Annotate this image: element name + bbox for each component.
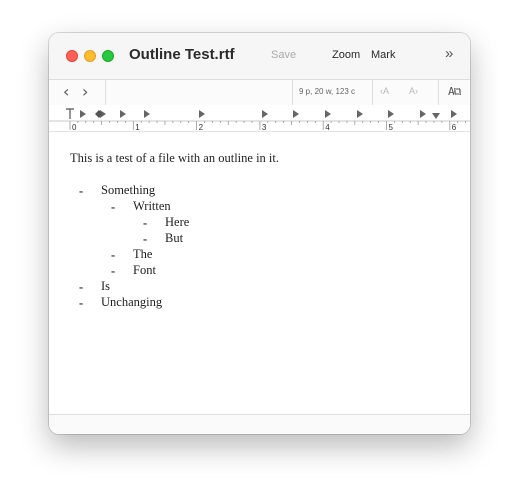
maximize-window-button[interactable] [102, 50, 114, 62]
toolbar-divider [438, 80, 439, 105]
status-bar [49, 414, 470, 434]
outline-item: - Unchanging [49, 295, 449, 311]
ruler-number: 5 [389, 123, 394, 131]
outline-item-text: Is [101, 279, 111, 293]
increase-font-button[interactable]: A› [409, 86, 418, 96]
outline-item: - Here [49, 215, 449, 231]
outline-item-text: Something [101, 183, 156, 197]
ruler[interactable]: 0 1 2 3 4 5 6 [49, 105, 470, 132]
outline-item-text: Font [133, 263, 156, 277]
close-window-button[interactable] [66, 50, 78, 62]
outline-item: - Something [49, 183, 449, 199]
text-format-icon[interactable]: A⧉ [448, 85, 462, 99]
window-title: Outline Test.rtf [129, 46, 235, 63]
toolbar-divider [292, 80, 293, 105]
hanging-indent-marker [95, 110, 103, 118]
minimize-window-button[interactable] [84, 50, 96, 62]
ruler-number: 6 [452, 123, 457, 131]
mark-button[interactable]: Mark [371, 49, 395, 61]
ruler-number: 4 [325, 123, 330, 131]
decrease-font-button[interactable]: ‹A [380, 86, 389, 96]
bullet-marker: - [111, 264, 116, 278]
outline-item-text: But [165, 231, 184, 245]
ruler-scale: 0 1 2 3 4 5 6 [49, 108, 470, 132]
document-stats: 9 p, 20 w, 123 c [299, 87, 356, 96]
ruler-number: 3 [262, 123, 267, 131]
chevron-left-icon[interactable]: ‹ [63, 82, 69, 101]
bullet-marker: - [79, 280, 84, 294]
bullet-marker: - [143, 232, 148, 246]
tab-stop-marker [325, 110, 331, 118]
save-button[interactable]: Save [271, 49, 296, 61]
outline-item: - Is [49, 279, 449, 295]
outline-item: - But [49, 231, 449, 247]
document-window: Outline Test.rtf Save Zoom Mark » ‹ › 9 … [49, 33, 470, 434]
bullet-marker: - [111, 200, 116, 214]
tab-stop-marker [262, 110, 268, 118]
ruler-number: 2 [199, 123, 204, 131]
outline-item: - Written [49, 199, 449, 215]
tab-stop-marker [357, 110, 363, 118]
right-margin-marker [432, 113, 440, 119]
outline-item-text: The [133, 247, 153, 261]
tab-stop-marker [293, 110, 299, 118]
ruler-number: 0 [72, 123, 77, 131]
toolbar-overflow-button[interactable]: » [445, 45, 453, 62]
left-indent-marker [66, 108, 74, 119]
outline-item-text: Unchanging [101, 295, 163, 309]
tab-stop-marker [388, 110, 394, 118]
title-bar[interactable]: Outline Test.rtf Save Zoom Mark » [49, 33, 470, 79]
tab-stop-marker [420, 110, 426, 118]
outline-item-text: Here [165, 215, 190, 229]
tab-stop-marker [80, 110, 86, 118]
outline-item-text: Written [133, 199, 171, 213]
tab-stop-marker [120, 110, 126, 118]
tab-stop-marker [199, 110, 205, 118]
bullet-marker: - [79, 296, 84, 310]
bullet-marker: - [111, 248, 116, 262]
bullet-marker: - [143, 216, 148, 230]
tab-stop-marker [451, 110, 457, 118]
outline-item: - The [49, 247, 449, 263]
format-toolbar: ‹ › 9 p, 20 w, 123 c ‹A A› A⧉ [49, 79, 470, 106]
toolbar-divider [105, 80, 106, 105]
tab-stop-marker [144, 110, 150, 118]
ruler-number: 1 [135, 123, 140, 131]
toolbar-divider [372, 80, 373, 105]
document-body[interactable]: This is a test of a file with an outline… [49, 132, 470, 414]
zoom-button[interactable]: Zoom [332, 49, 360, 61]
body-paragraph: This is a test of a file with an outline… [70, 151, 279, 165]
bullet-marker: - [79, 184, 84, 198]
chevron-right-icon[interactable]: › [82, 82, 88, 101]
outline-item: - Font [49, 263, 449, 279]
